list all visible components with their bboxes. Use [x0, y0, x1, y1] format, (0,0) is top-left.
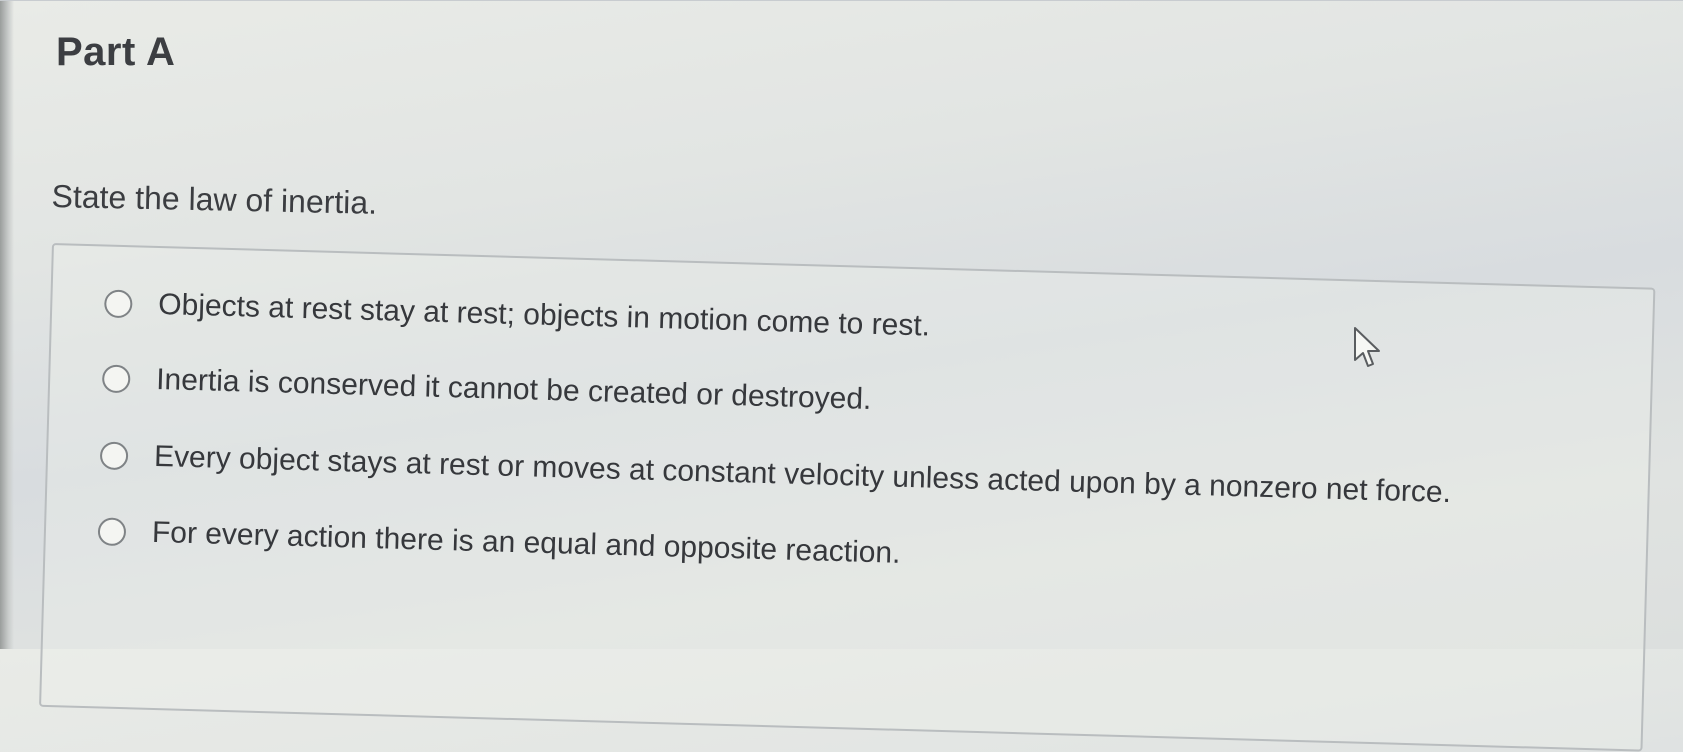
question-prompt: State the law of inertia. [51, 178, 378, 221]
answer-options-group: Objects at rest stay at rest; objects in… [39, 243, 1656, 752]
radio-button-unchecked-icon[interactable] [97, 517, 127, 547]
radio-button-unchecked-icon[interactable] [101, 364, 131, 394]
answer-option-2[interactable]: Inertia is conserved it cannot be create… [101, 361, 872, 417]
answer-option-label[interactable]: Objects at rest stay at rest; objects in… [158, 288, 931, 344]
answer-option-3[interactable]: Every object stays at rest or moves at c… [99, 438, 1452, 510]
screen-bezel-edge [0, 0, 14, 649]
answer-option-1[interactable]: Objects at rest stay at rest; objects in… [103, 286, 931, 344]
part-title: Part A [56, 30, 176, 74]
answer-option-label[interactable]: Every object stays at rest or moves at c… [154, 440, 1452, 510]
header-divider [0, 0, 1683, 2]
mouse-pointer-icon [1354, 327, 1380, 367]
radio-button-unchecked-icon[interactable] [103, 289, 133, 319]
answer-option-label[interactable]: For every action there is an equal and o… [151, 516, 900, 571]
answer-option-label[interactable]: Inertia is conserved it cannot be create… [156, 363, 872, 417]
answer-option-4[interactable]: For every action there is an equal and o… [97, 514, 901, 571]
radio-button-unchecked-icon[interactable] [99, 441, 129, 471]
